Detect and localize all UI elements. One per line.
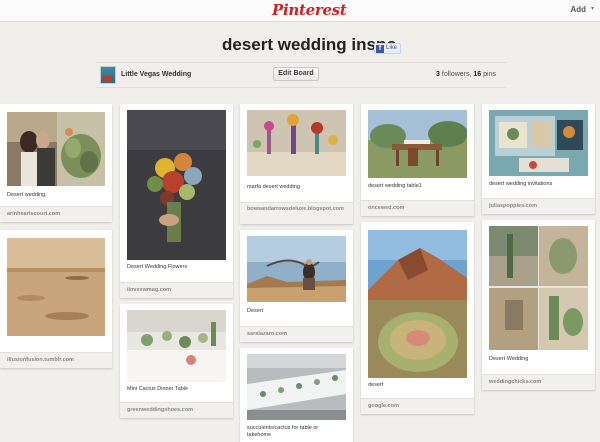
pin-source-link[interactable]: juliaspoppies.com xyxy=(482,198,595,214)
pin-card[interactable]: marfa desert wedding bowsandarrowsdeluxe… xyxy=(240,104,353,224)
board-owner-name[interactable]: Little Vegas Wedding xyxy=(121,71,191,78)
pin-source-link[interactable]: iloveswmag.com xyxy=(120,282,233,298)
pin-image[interactable] xyxy=(247,236,346,302)
pin-image[interactable] xyxy=(127,110,226,260)
pin-source-link[interactable]: oncewed.com xyxy=(361,200,474,216)
add-button[interactable]: Add xyxy=(570,5,586,14)
like-label: Like xyxy=(386,45,398,51)
facebook-like-button[interactable]: f Like xyxy=(374,43,402,54)
pin-image[interactable] xyxy=(7,238,105,336)
pin-source-link[interactable]: greenweddingshoes.com xyxy=(120,402,233,418)
pin-image[interactable] xyxy=(368,110,467,178)
board-title: desert wedding inspo xyxy=(222,35,397,54)
pin-description: Desert wedding. xyxy=(7,192,47,198)
pin-description: Desert Wedding xyxy=(489,356,529,362)
pin-card[interactable]: desert wedding table1 oncewed.com xyxy=(361,104,474,216)
pin-image[interactable] xyxy=(247,110,346,176)
pin-description: Desert xyxy=(247,308,264,314)
pin-image[interactable] xyxy=(127,310,226,382)
pin-image[interactable] xyxy=(489,226,588,350)
pin-source-link[interactable]: saralazaro.com xyxy=(240,326,353,342)
avatar[interactable] xyxy=(100,66,116,84)
pin-source-link[interactable]: arinheartscourt.com xyxy=(0,206,112,222)
pin-description: Desert Wedding Flowers xyxy=(127,264,188,270)
pin-image[interactable] xyxy=(7,112,105,186)
chevron-down-icon[interactable]: ▾ xyxy=(591,5,594,12)
pin-card[interactable]: desert google.com xyxy=(361,222,474,414)
pin-card[interactable]: Desert Wedding Flowers iloveswmag.com xyxy=(120,104,233,298)
pin-card[interactable]: desert wedding invitations juliaspoppies… xyxy=(482,104,595,214)
pin-card[interactable]: Desert wedding. arinheartscourt.com xyxy=(0,104,112,222)
pinterest-logo[interactable]: Pinterest xyxy=(272,1,347,19)
pin-description: marfa desert wedding xyxy=(247,184,300,190)
pin-card[interactable]: succulents/cactus for table or takehome xyxy=(240,348,353,442)
pin-description: desert wedding table1 xyxy=(368,183,422,189)
edit-board-button[interactable]: Edit Board xyxy=(273,67,319,81)
pin-image[interactable] xyxy=(368,230,467,378)
pin-card[interactable]: Desert Wedding weddingchicks.com xyxy=(482,220,595,390)
board-info-bar: Little Vegas Wedding Edit Board 3 follow… xyxy=(96,62,506,88)
top-bar: Pinterest Add ▾ xyxy=(0,0,600,22)
pin-image[interactable] xyxy=(489,110,588,176)
pin-source-link[interactable]: bowsandarrowsdeluxe.blogspot.com xyxy=(240,202,353,224)
pin-description: Mini Cactus Dinner Table xyxy=(127,386,189,392)
pin-source-link[interactable]: illusionfusion.tumblr.com xyxy=(0,352,112,368)
pin-description: desert xyxy=(368,382,384,388)
facebook-icon: f xyxy=(376,44,384,53)
pin-source-link[interactable]: weddingchicks.com xyxy=(482,374,595,390)
pin-source-link[interactable]: google.com xyxy=(361,398,474,414)
pin-image[interactable] xyxy=(247,354,346,420)
pin-card[interactable]: Mini Cactus Dinner Table greenweddingsho… xyxy=(120,304,233,418)
board-stats: 3 followers, 16 pins xyxy=(436,71,496,78)
pin-card[interactable]: illusionfusion.tumblr.com xyxy=(0,230,112,368)
pin-card[interactable]: Desert saralazaro.com xyxy=(240,230,353,342)
pin-description: succulents/cactus for table or takehome xyxy=(247,425,319,438)
pin-description: desert wedding invitations xyxy=(489,181,553,187)
